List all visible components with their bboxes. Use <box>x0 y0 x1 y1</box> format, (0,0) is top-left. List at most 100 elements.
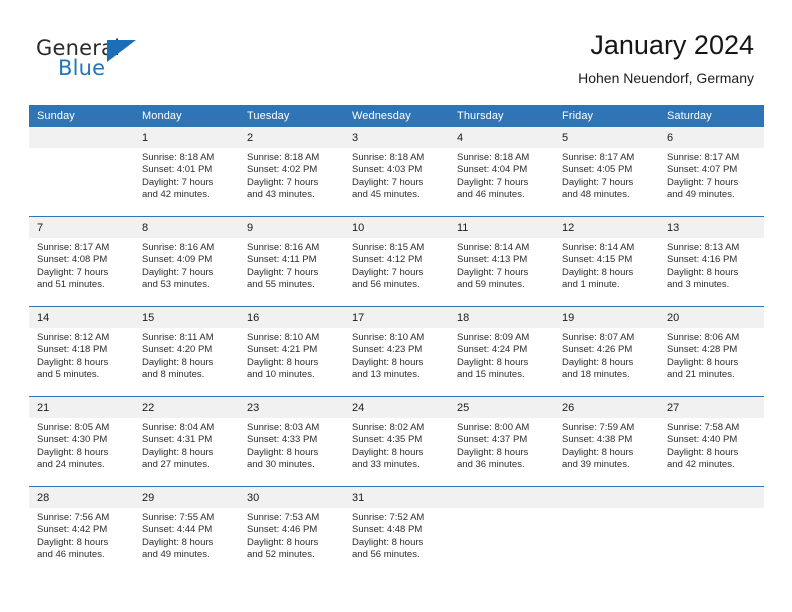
day-daylight-2-text: and 15 minutes. <box>457 369 525 381</box>
day-number[interactable]: 4 <box>449 127 554 148</box>
day-number[interactable]: 20 <box>659 307 764 328</box>
day-cell[interactable]: Sunrise: 8:17 AM Sunset: 4:07 PM Daylight:… <box>659 148 764 216</box>
day-cell[interactable]: Sunrise: 8:18 AM Sunset: 4:01 PM Daylight:… <box>134 148 239 216</box>
day-number[interactable]: 16 <box>239 307 344 328</box>
day-cell[interactable]: Sunrise: 8:12 AM Sunset: 4:18 PM Daylight:… <box>29 328 134 396</box>
day-sunset-text: Sunset: 4:11 PM <box>247 254 317 266</box>
day-number[interactable]: 12 <box>554 217 659 238</box>
day-daylight-2-text: and 5 minutes. <box>37 369 100 381</box>
day-number[interactable]: 25 <box>449 397 554 418</box>
day-number[interactable]: 13 <box>659 217 764 238</box>
day-number[interactable]: 27 <box>659 397 764 418</box>
day-number[interactable]: 21 <box>29 397 134 418</box>
day-number[interactable]: 28 <box>29 487 134 508</box>
day-number[interactable]: 17 <box>344 307 449 328</box>
day-number[interactable]: 7 <box>29 217 134 238</box>
day-cell[interactable]: Sunrise: 7:53 AM Sunset: 4:46 PM Daylight:… <box>239 508 344 576</box>
day-sunset-text: Sunset: 4:48 PM <box>352 524 423 536</box>
day-cell[interactable]: Sunrise: 8:10 AM Sunset: 4:21 PM Daylight:… <box>239 328 344 396</box>
general-blue-logo[interactable]: General Blue <box>36 36 176 84</box>
day-cell[interactable]: Sunrise: 8:13 AM Sunset: 4:16 PM Daylight:… <box>659 238 764 306</box>
day-number[interactable]: 14 <box>29 307 134 328</box>
day-number[interactable]: 19 <box>554 307 659 328</box>
calendar-grid: Sunday Monday Tuesday Wednesday Thursday… <box>29 105 764 576</box>
day-number[interactable]: 26 <box>554 397 659 418</box>
day-number[interactable]: 9 <box>239 217 344 238</box>
day-daylight-2-text: and 33 minutes. <box>352 459 420 471</box>
day-number[interactable]: 29 <box>134 487 239 508</box>
day-number[interactable]: 2 <box>239 127 344 148</box>
day-cell[interactable]: Sunrise: 8:16 AM Sunset: 4:09 PM Daylight:… <box>134 238 239 306</box>
day-daylight-1-text: Daylight: 7 hours <box>457 266 529 278</box>
day-cell[interactable]: Sunrise: 8:05 AM Sunset: 4:30 PM Daylight:… <box>29 418 134 486</box>
day-number[interactable]: 5 <box>554 127 659 148</box>
day-cell[interactable]: Sunrise: 8:00 AM Sunset: 4:37 PM Daylight:… <box>449 418 554 486</box>
day-sunrise-text: Sunrise: 8:16 AM <box>142 242 215 253</box>
day-sunset-text: Sunset: 4:16 PM <box>667 254 738 266</box>
day-number[interactable]: 11 <box>449 217 554 238</box>
day-number[interactable]: 18 <box>449 307 554 328</box>
day-sunset-text: Sunset: 4:09 PM <box>142 254 213 266</box>
day-cell[interactable]: Sunrise: 8:17 AM Sunset: 4:05 PM Daylight:… <box>554 148 659 216</box>
day-cell[interactable]: Sunrise: 7:52 AM Sunset: 4:48 PM Daylight:… <box>344 508 449 576</box>
day-daylight-2-text: and 46 minutes. <box>37 549 105 561</box>
day-sunrise-text: Sunrise: 8:10 AM <box>352 332 425 343</box>
day-cell[interactable]: Sunrise: 8:06 AM Sunset: 4:28 PM Daylight:… <box>659 328 764 396</box>
day-sunset-text: Sunset: 4:37 PM <box>457 434 528 446</box>
day-cell[interactable]: Sunrise: 8:07 AM Sunset: 4:26 PM Daylight:… <box>554 328 659 396</box>
day-cell[interactable]: Sunrise: 7:55 AM Sunset: 4:44 PM Daylight:… <box>134 508 239 576</box>
day-daylight-1-text: Daylight: 7 hours <box>37 266 109 278</box>
day-daylight-1-text: Daylight: 7 hours <box>457 176 529 188</box>
day-cell-empty <box>449 508 554 576</box>
calendar-page: General Blue January 2024 Hohen Neuendor… <box>0 0 792 612</box>
day-cell[interactable]: Sunrise: 8:10 AM Sunset: 4:23 PM Daylight:… <box>344 328 449 396</box>
day-number[interactable]: 1 <box>134 127 239 148</box>
day-daylight-1-text: Daylight: 8 hours <box>562 356 634 368</box>
day-cell-empty <box>449 487 554 508</box>
day-sunset-text: Sunset: 4:21 PM <box>247 344 318 356</box>
day-cell[interactable]: Sunrise: 8:04 AM Sunset: 4:31 PM Daylight:… <box>134 418 239 486</box>
day-number[interactable]: 24 <box>344 397 449 418</box>
day-cell[interactable]: Sunrise: 8:18 AM Sunset: 4:04 PM Daylight:… <box>449 148 554 216</box>
day-sunrise-text: Sunrise: 8:10 AM <box>247 332 320 343</box>
weekday-header-tuesday: Tuesday <box>239 105 344 127</box>
day-cell[interactable]: Sunrise: 8:15 AM Sunset: 4:12 PM Daylight:… <box>344 238 449 306</box>
calendar-table: Sunday Monday Tuesday Wednesday Thursday… <box>29 105 764 576</box>
day-number[interactable]: 30 <box>239 487 344 508</box>
day-number[interactable]: 15 <box>134 307 239 328</box>
day-daylight-1-text: Daylight: 8 hours <box>667 446 739 458</box>
day-number[interactable]: 6 <box>659 127 764 148</box>
day-daylight-1-text: Daylight: 8 hours <box>667 266 739 278</box>
day-cell[interactable]: Sunrise: 8:18 AM Sunset: 4:02 PM Daylight:… <box>239 148 344 216</box>
day-cell[interactable]: Sunrise: 8:11 AM Sunset: 4:20 PM Daylight:… <box>134 328 239 396</box>
day-daylight-2-text: and 13 minutes. <box>352 369 420 381</box>
calendar-header-row: Sunday Monday Tuesday Wednesday Thursday… <box>29 105 764 127</box>
day-daylight-1-text: Daylight: 8 hours <box>352 536 424 548</box>
day-cell[interactable]: Sunrise: 8:02 AM Sunset: 4:35 PM Daylight:… <box>344 418 449 486</box>
day-sunset-text: Sunset: 4:42 PM <box>37 524 108 536</box>
day-number[interactable]: 8 <box>134 217 239 238</box>
day-cell[interactable]: Sunrise: 8:14 AM Sunset: 4:15 PM Daylight:… <box>554 238 659 306</box>
day-sunrise-text: Sunrise: 8:12 AM <box>37 332 110 343</box>
day-cell[interactable]: Sunrise: 8:17 AM Sunset: 4:08 PM Daylight:… <box>29 238 134 306</box>
day-cell[interactable]: Sunrise: 8:09 AM Sunset: 4:24 PM Daylight:… <box>449 328 554 396</box>
day-cell[interactable]: Sunrise: 7:58 AM Sunset: 4:40 PM Daylight:… <box>659 418 764 486</box>
day-number[interactable]: 3 <box>344 127 449 148</box>
day-cell[interactable]: Sunrise: 8:18 AM Sunset: 4:03 PM Daylight:… <box>344 148 449 216</box>
day-daylight-1-text: Daylight: 8 hours <box>247 536 319 548</box>
day-daylight-1-text: Daylight: 7 hours <box>667 176 739 188</box>
day-detail-row: Sunrise: 7:56 AM Sunset: 4:42 PM Daylight:… <box>29 508 764 576</box>
day-cell[interactable]: Sunrise: 8:03 AM Sunset: 4:33 PM Daylight:… <box>239 418 344 486</box>
day-number[interactable]: 22 <box>134 397 239 418</box>
day-cell[interactable]: Sunrise: 7:59 AM Sunset: 4:38 PM Daylight:… <box>554 418 659 486</box>
calendar-body: 1 2 3 4 5 6 Sunrise: 8:18 AM Sunset: 4:01 PM Day… <box>29 127 764 576</box>
day-cell[interactable]: Sunrise: 7:56 AM Sunset: 4:42 PM Daylight:… <box>29 508 134 576</box>
day-sunrise-text: Sunrise: 8:18 AM <box>142 152 215 163</box>
day-number[interactable]: 10 <box>344 217 449 238</box>
day-cell[interactable]: Sunrise: 8:14 AM Sunset: 4:13 PM Daylight:… <box>449 238 554 306</box>
day-cell[interactable]: Sunrise: 8:16 AM Sunset: 4:11 PM Daylight:… <box>239 238 344 306</box>
day-number-row: 7 8 9 10 11 12 13 <box>29 217 764 238</box>
day-number[interactable]: 23 <box>239 397 344 418</box>
day-number[interactable]: 31 <box>344 487 449 508</box>
day-cell-empty <box>554 487 659 508</box>
